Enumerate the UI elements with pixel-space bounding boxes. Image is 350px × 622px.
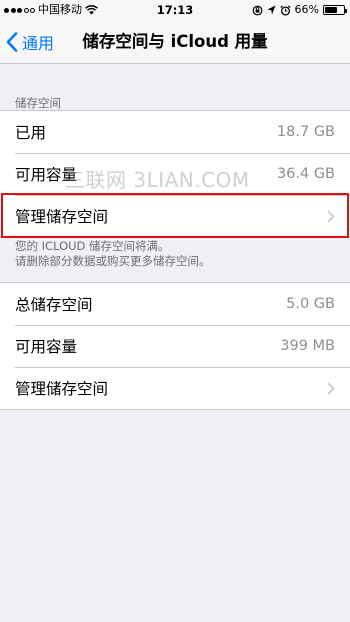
icloud-warning-text: 您的 ICLOUD 储存空间将满。 请删除部分数据或购买更多储存空间。: [15, 239, 211, 269]
orientation-lock-icon: [252, 5, 262, 15]
icloud-available-row: 可用容量 399 MB: [0, 325, 350, 367]
storage-section-header: 储存空间: [15, 96, 61, 110]
page-title: 储存空间与 iCloud 用量: [82, 32, 268, 51]
storage-available-value: 36.4 GB: [276, 166, 335, 182]
status-right: 66%: [252, 0, 347, 20]
icloud-available-value: 399 MB: [280, 338, 335, 354]
manage-icloud-storage-row[interactable]: 管理储存空间: [0, 367, 350, 409]
manage-storage-label: 管理储存空间: [15, 208, 109, 226]
manage-storage-row[interactable]: 管理储存空间: [0, 195, 350, 237]
watermark: 三联网 3LIAN.COM: [65, 168, 250, 192]
location-icon: [267, 5, 276, 15]
chevron-right-icon: [327, 381, 335, 395]
nav-bar: 通用 储存空间与 iCloud 用量: [0, 20, 350, 64]
storage-used-value: 18.7 GB: [276, 124, 335, 140]
status-bar: 中国移动 17:13 66%: [0, 0, 350, 20]
icloud-available-label: 可用容量: [15, 338, 78, 356]
manage-icloud-storage-label: 管理储存空间: [15, 380, 109, 398]
icloud-warning-line2: 请删除部分数据或购买更多储存空间。: [15, 254, 211, 268]
battery-icon: [323, 5, 347, 15]
battery-percent: 66%: [294, 3, 319, 16]
alarm-icon: [279, 4, 291, 16]
icloud-group: 总储存空间 5.0 GB 可用容量 399 MB 管理储存空间: [0, 282, 350, 410]
icloud-total-label: 总储存空间: [15, 296, 93, 314]
battery-fill: [325, 7, 337, 13]
icloud-warning-line1: 您的 ICLOUD 储存空间将满。: [15, 239, 170, 253]
icloud-total-value: 5.0 GB: [286, 296, 335, 312]
chevron-right-icon: [327, 209, 335, 223]
storage-used-label: 已用: [15, 124, 47, 142]
storage-used-row: 已用 18.7 GB: [0, 111, 350, 153]
icloud-total-row: 总储存空间 5.0 GB: [0, 283, 350, 325]
